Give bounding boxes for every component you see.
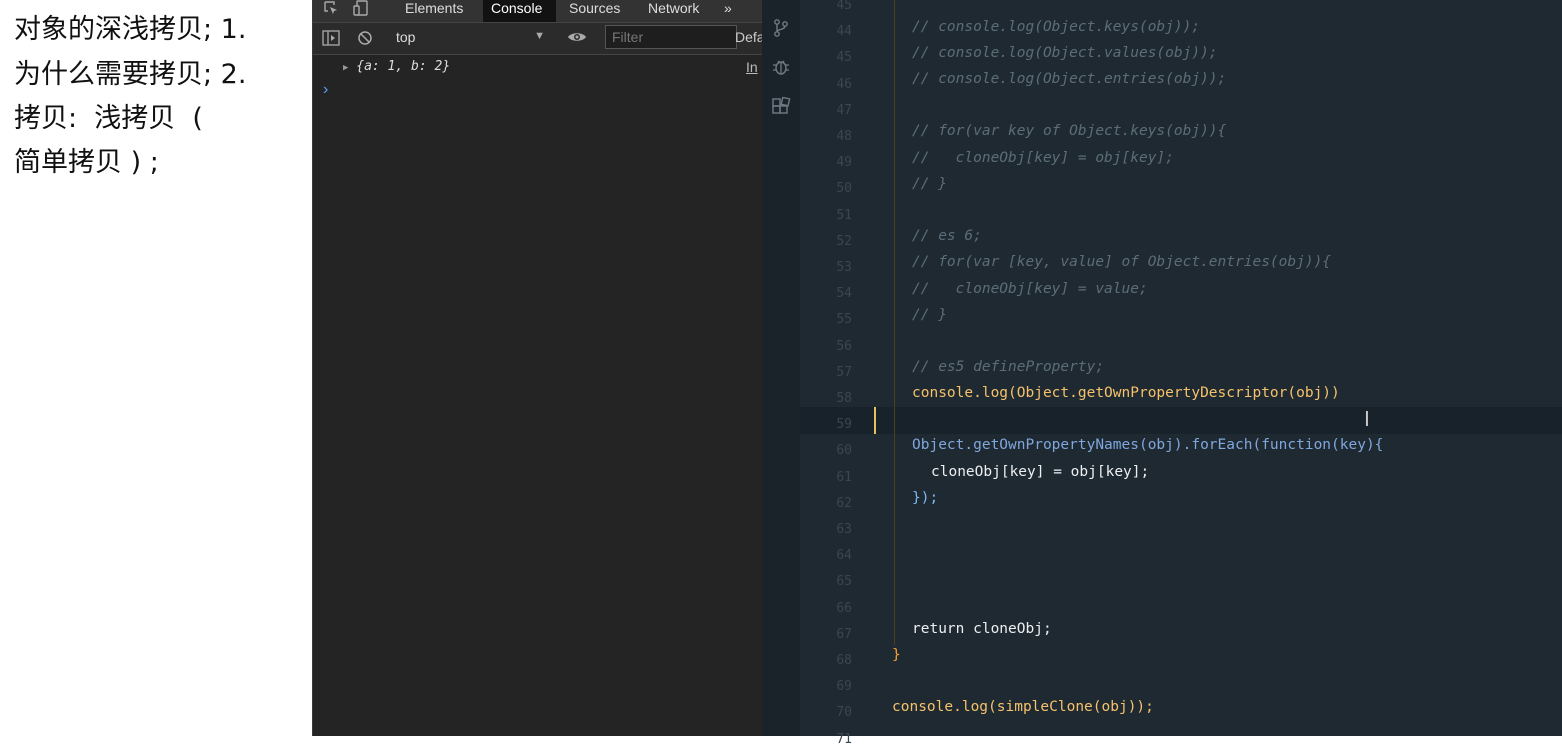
note-line: 对象的深浅拷贝; 1. [14, 14, 247, 45]
line-number: 46 [836, 76, 852, 92]
code-line-61: cloneObj[key] = obj[key]; [931, 464, 1150, 480]
context-value: top [396, 29, 416, 45]
tab-console[interactable]: Console [483, 0, 556, 22]
console-prompt[interactable]: › [323, 81, 328, 99]
chevron-down-icon: ▼ [534, 30, 545, 42]
code-line-62: }); [912, 490, 939, 506]
line-number: 71 [836, 731, 852, 747]
line-number: 69 [836, 679, 852, 695]
code-line-54: // cloneObj[key] = value; [912, 281, 1148, 297]
code-line-58: console.log(Object.getOwnPropertyDescrip… [912, 385, 1340, 401]
more-tabs-icon[interactable]: » [716, 0, 740, 22]
context-select[interactable]: top ▼ [391, 27, 551, 49]
line-number: 59 [836, 417, 852, 433]
line-number: 56 [836, 338, 852, 354]
levels-dropdown[interactable]: Defa [735, 29, 765, 45]
eye-icon[interactable] [567, 29, 587, 48]
code-line-49: // cloneObj[key] = obj[key]; [912, 150, 1174, 166]
console-toolbar: top ▼ Defa [313, 23, 765, 55]
line-number: 70 [836, 705, 852, 721]
note-line: 为什么需要拷贝; 2. [14, 59, 247, 90]
code-line-53: // for(var [key, value] of Object.entrie… [912, 254, 1332, 270]
line-number: 65 [836, 574, 852, 590]
expand-arrow-icon[interactable]: ▶ [343, 63, 348, 73]
log-object: {a: 1, b: 2} [356, 59, 451, 74]
code-line-57: // es5 defineProperty; [912, 359, 1105, 375]
code-line-48: // for(var key of Object.keys(obj)){ [912, 123, 1227, 139]
line-number: 51 [836, 207, 852, 223]
line-number: 50 [836, 181, 852, 197]
line-number: 66 [836, 600, 852, 616]
line-number: 53 [836, 260, 852, 275]
code-line-68: } [892, 647, 901, 663]
indent-guide [894, 0, 895, 645]
mouse-ibeam-icon: I [1364, 407, 1370, 431]
activity-bar [762, 0, 801, 736]
line-number: 48 [836, 129, 852, 144]
line-number: 47 [836, 102, 852, 118]
console-log-entry[interactable]: ▶ {a: 1, b: 2} [343, 59, 450, 74]
code-line-50: // } [912, 176, 947, 192]
line-number: 55 [836, 312, 852, 328]
line-number: 58 [836, 391, 852, 406]
line-number: 52 [836, 233, 852, 249]
code-line-67: return cloneObj; [912, 621, 1052, 637]
extensions-icon[interactable] [771, 96, 791, 117]
line-number: 68 [836, 653, 852, 668]
line-number: 49 [836, 155, 852, 171]
source-link[interactable]: In [746, 59, 758, 75]
clear-console-icon[interactable] [357, 30, 373, 49]
debug-icon[interactable] [771, 57, 791, 77]
source-control-icon[interactable] [771, 18, 791, 38]
code-line-46: // console.log(Object.entries(obj)); [912, 71, 1227, 87]
line-number: 62 [836, 495, 852, 511]
note-line: 简单拷贝 ) ; [14, 147, 159, 178]
tab-elements[interactable]: Elements [397, 0, 471, 22]
tab-sources[interactable]: Sources [561, 0, 628, 22]
sidebar-toggle-icon[interactable] [322, 30, 340, 49]
tab-network[interactable]: Network [640, 0, 707, 22]
line-number: 54 [836, 286, 852, 302]
line-number: 67 [836, 626, 852, 642]
code-line-60: Object.getOwnPropertyNames(obj).forEach(… [912, 437, 1384, 453]
code-line-52: // es 6; [912, 228, 982, 244]
filter-input[interactable] [605, 25, 737, 49]
devtools-panel: Elements Console Sources Network » top ▼… [312, 0, 765, 736]
text-cursor [874, 407, 876, 434]
line-number: 60 [836, 443, 852, 459]
code-editor [762, 0, 1562, 736]
code-line-45: // console.log(Object.values(obj)); [912, 45, 1218, 61]
code-line-55: // } [912, 307, 947, 323]
devtools-tab-bar: Elements Console Sources Network » [313, 0, 763, 23]
code-line-44: // console.log(Object.keys(obj)); [912, 19, 1201, 35]
line-number: 64 [836, 548, 852, 564]
current-line-highlight [800, 407, 1562, 434]
device-toolbar-icon[interactable] [353, 0, 371, 19]
inspect-element-icon[interactable] [323, 0, 339, 19]
console-output: ▶ {a: 1, b: 2} In › [313, 55, 763, 736]
line-number: 45 [836, 0, 852, 13]
line-number: 44 [836, 24, 852, 40]
notes-panel: 对象的深浅拷贝; 1. 为什么需要拷贝; 2. 拷贝: 浅拷贝 ( 简单拷贝 )… [0, 0, 312, 736]
line-number: 45 [836, 50, 852, 66]
line-number: 57 [836, 364, 852, 380]
code-line-70: console.log(simpleClone(obj)); [892, 699, 1154, 715]
line-number: 61 [836, 469, 852, 485]
line-number: 63 [836, 522, 852, 537]
note-line: 拷贝: 浅拷贝 ( [14, 103, 203, 134]
